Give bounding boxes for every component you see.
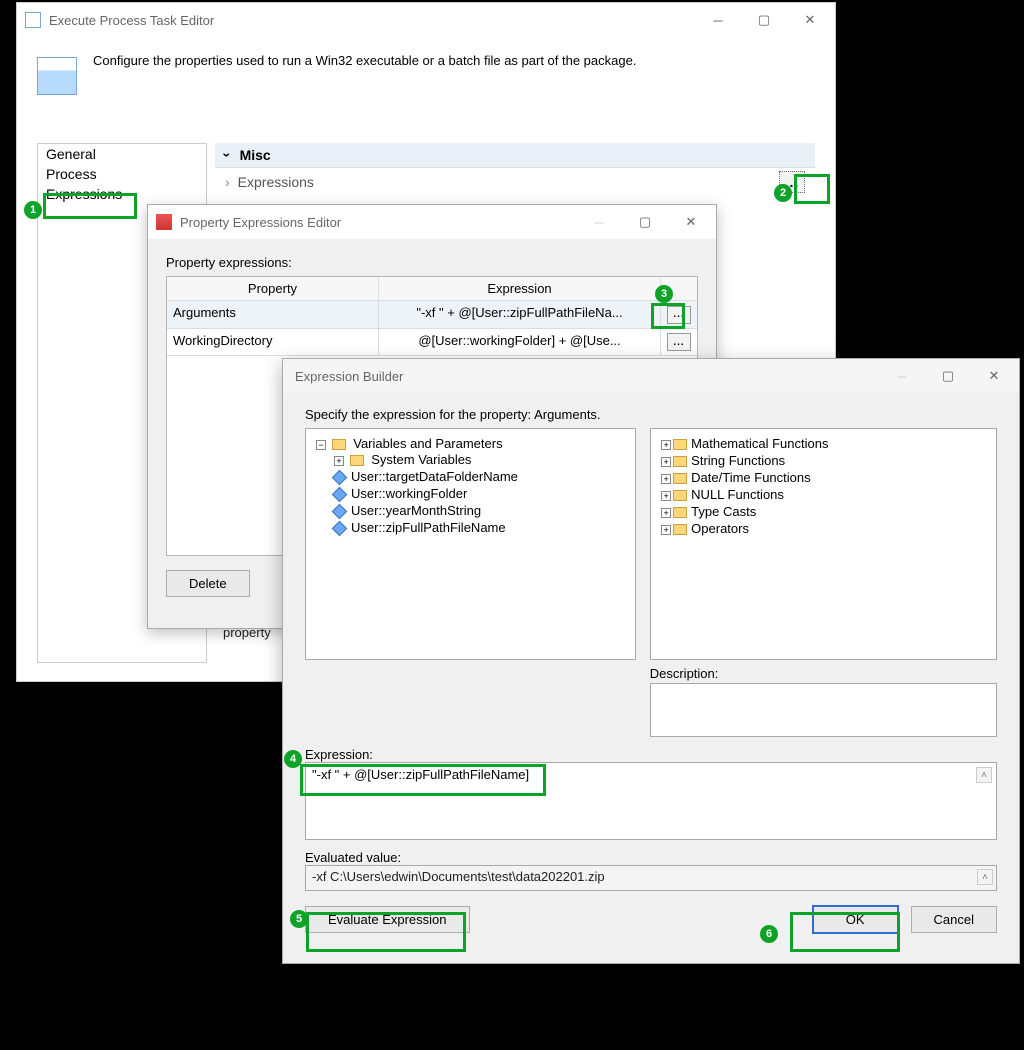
misc-section-header[interactable]: › Misc — [215, 143, 815, 168]
expand-icon[interactable]: + — [661, 474, 671, 484]
folder-icon — [673, 524, 687, 535]
tree-category[interactable]: Operators — [691, 521, 749, 536]
table-header: Property Expression — [167, 277, 697, 301]
callout-2: 2 — [774, 184, 792, 202]
expand-icon[interactable]: + — [661, 508, 671, 518]
expression-text: "-xf " + @[User::zipFullPathFileName] — [312, 767, 529, 782]
close-button[interactable]: ✕ — [668, 207, 714, 237]
collapse-icon[interactable]: − — [316, 440, 326, 450]
row-ellipsis-button[interactable]: ... — [667, 306, 691, 324]
minimize-button[interactable]: ─ — [879, 361, 925, 391]
expressions-row[interactable]: › Expressions ... — [215, 168, 815, 196]
cell-property: WorkingDirectory — [167, 329, 379, 356]
variables-tree[interactable]: − Variables and Parameters + System Vari… — [305, 428, 636, 660]
expand-icon[interactable]: + — [334, 456, 344, 466]
win2-titlebar: Property Expressions Editor ─ ▢ ✕ — [148, 205, 716, 239]
callout-3: 3 — [655, 285, 673, 303]
expression-builder-window: Expression Builder ─ ▢ ✕ Specify the exp… — [282, 358, 1020, 964]
minimize-button[interactable]: ─ — [576, 207, 622, 237]
win1-description: Configure the properties used to run a W… — [93, 53, 636, 68]
callout-6: 6 — [760, 925, 778, 943]
maximize-button[interactable]: ▢ — [741, 5, 787, 35]
property-expressions-label: Property expressions: — [166, 255, 698, 270]
scroll-up-icon[interactable]: ˄ — [977, 869, 993, 885]
evaluated-value-box: -xf C:\Users\edwin\Documents\test\data20… — [305, 865, 997, 891]
callout-5: 5 — [290, 910, 308, 928]
window-icon — [25, 12, 41, 28]
folder-icon — [673, 507, 687, 518]
win2-title: Property Expressions Editor — [180, 215, 576, 230]
variable-icon — [332, 521, 348, 537]
folder-icon — [332, 439, 346, 450]
close-button[interactable]: ✕ — [787, 5, 833, 35]
expand-icon[interactable]: + — [661, 491, 671, 501]
col-expression: Expression — [379, 277, 661, 300]
win1-titlebar: Execute Process Task Editor ─ ▢ ✕ — [17, 3, 835, 37]
cell-property: Arguments — [167, 301, 379, 328]
evaluate-expression-button[interactable]: Evaluate Expression — [305, 906, 470, 933]
app-icon — [37, 57, 77, 95]
win3-titlebar: Expression Builder ─ ▢ ✕ — [283, 359, 1019, 393]
tree-category[interactable]: String Functions — [691, 453, 785, 468]
expression-label: Expression: — [305, 747, 997, 762]
table-row[interactable]: WorkingDirectory @[User::workingFolder] … — [167, 329, 697, 357]
description-box — [650, 683, 997, 737]
sidebar-item-general[interactable]: General — [38, 144, 206, 164]
tree-category[interactable]: NULL Functions — [691, 487, 784, 502]
instruction-text: Specify the expression for the property:… — [305, 407, 997, 422]
col-property: Property — [167, 277, 379, 300]
expand-icon[interactable]: + — [661, 440, 671, 450]
folder-icon — [673, 490, 687, 501]
tree-system-variables[interactable]: System Variables — [371, 452, 471, 467]
cell-expression: "-xf " + @[User::zipFullPathFileNa... — [379, 301, 661, 328]
tree-var[interactable]: User::workingFolder — [351, 486, 467, 501]
tree-var[interactable]: User::yearMonthString — [351, 503, 481, 518]
section-label: Misc — [240, 147, 271, 163]
tree-category[interactable]: Date/Time Functions — [691, 470, 810, 485]
tree-var[interactable]: User::targetDataFolderName — [351, 469, 518, 484]
expression-input[interactable]: "-xf " + @[User::zipFullPathFileName] ˄ — [305, 762, 997, 840]
chevron-down-icon: › — [219, 153, 235, 158]
expand-icon[interactable]: + — [661, 525, 671, 535]
close-button[interactable]: ✕ — [971, 361, 1017, 391]
expressions-label: Expressions — [238, 174, 497, 190]
table-row[interactable]: Arguments "-xf " + @[User::zipFullPathFi… — [167, 301, 697, 329]
ok-button[interactable]: OK — [812, 905, 899, 934]
maximize-button[interactable]: ▢ — [622, 207, 668, 237]
folder-icon — [350, 455, 364, 466]
scroll-up-icon[interactable]: ˄ — [976, 767, 992, 783]
cell-expression: @[User::workingFolder] + @[Use... — [379, 329, 661, 356]
variable-icon — [332, 470, 348, 486]
cancel-button[interactable]: Cancel — [911, 906, 997, 933]
win1-title: Execute Process Task Editor — [49, 13, 695, 28]
sidebar-item-process[interactable]: Process — [38, 164, 206, 184]
row-ellipsis-button[interactable]: ... — [667, 333, 691, 351]
description-label: Description: — [650, 666, 997, 681]
folder-icon — [673, 456, 687, 467]
folder-icon — [673, 439, 687, 450]
expand-icon[interactable]: + — [661, 457, 671, 467]
functions-tree[interactable]: + Mathematical Functions + String Function… — [650, 428, 997, 660]
window-icon — [156, 214, 172, 230]
sidebar-item-expressions[interactable]: Expressions — [38, 184, 206, 204]
variable-icon — [332, 487, 348, 503]
chevron-right-icon: › — [225, 174, 230, 190]
maximize-button[interactable]: ▢ — [925, 361, 971, 391]
callout-1: 1 — [24, 201, 42, 219]
delete-button[interactable]: Delete — [166, 570, 250, 597]
callout-4: 4 — [284, 750, 302, 768]
tree-var[interactable]: User::zipFullPathFileName — [351, 520, 506, 535]
tree-category[interactable]: Type Casts — [691, 504, 756, 519]
folder-icon — [673, 473, 687, 484]
minimize-button[interactable]: ─ — [695, 5, 741, 35]
tree-root[interactable]: Variables and Parameters — [353, 436, 502, 451]
evaluated-label: Evaluated value: — [305, 850, 997, 865]
evaluated-text: -xf C:\Users\edwin\Documents\test\data20… — [312, 869, 605, 884]
win3-title: Expression Builder — [295, 369, 879, 384]
variable-icon — [332, 504, 348, 520]
tree-category[interactable]: Mathematical Functions — [691, 436, 828, 451]
